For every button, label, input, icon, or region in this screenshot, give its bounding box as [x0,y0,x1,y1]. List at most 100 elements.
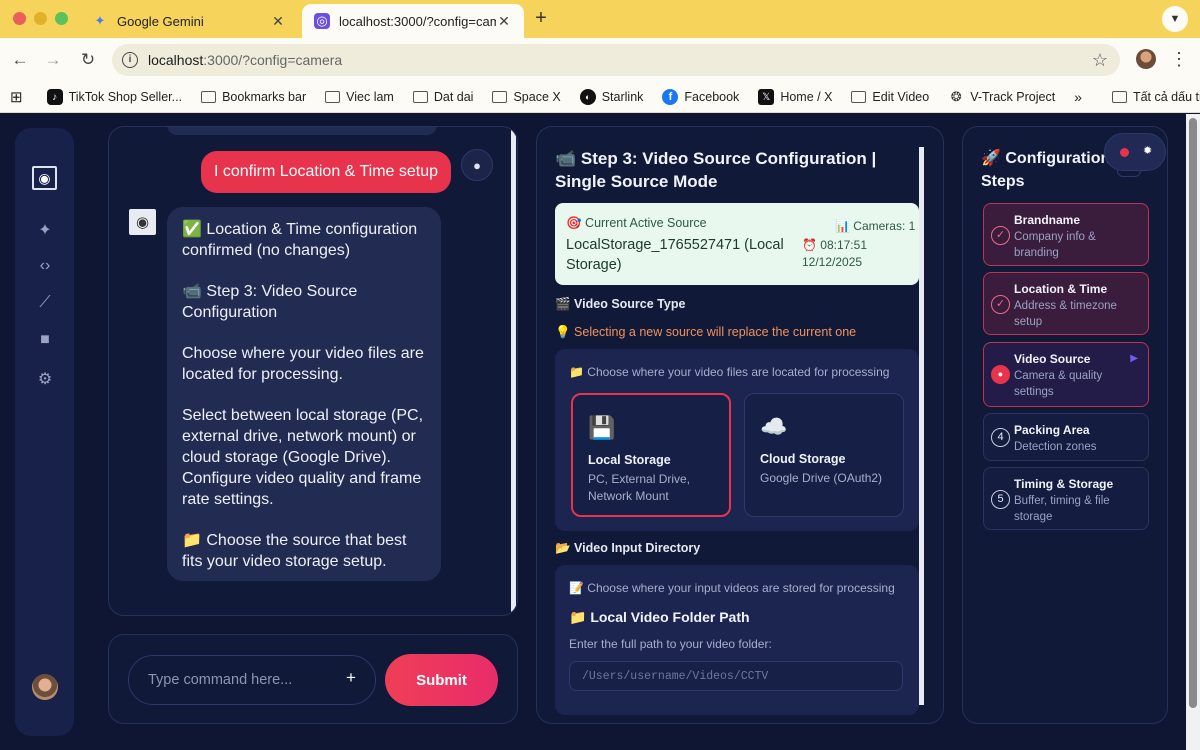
bookmark-label: Facebook [684,90,740,104]
vtrack-icon: ❂ [950,89,962,104]
bookmark-label: Tất cả dấu trang [1132,90,1200,104]
command-input[interactable] [128,655,376,705]
sun-icon[interactable]: ✹ [1143,144,1152,157]
video-source-type-label: 🎬 Video Source Type [555,297,686,311]
new-tab-button[interactable]: + [530,8,552,30]
submit-button[interactable]: Submit [385,654,498,706]
url-path: :3000/?config=camera [203,52,343,68]
step-name: Timing & Storage [1014,477,1114,491]
step-description: Address & timezone setup [1014,300,1117,328]
forward-arrow-icon[interactable]: → [42,49,64,71]
chat-scrollbar-thumb[interactable] [511,127,516,615]
bookmark-label: Bookmarks bar [222,90,307,104]
bookmark-facebook[interactable]: f Facebook [662,89,739,105]
browser-profile-avatar[interactable] [1136,49,1156,69]
cloud-icon: ☁️ [760,414,788,439]
active-source-date: 12/12/2025 [802,255,863,269]
tab-localhost[interactable]: ◎ localhost:3000/?config=camera ✕ [302,4,524,38]
chat-scrollbar[interactable] [511,127,517,615]
reload-icon[interactable]: ↻ [77,49,99,71]
step-name: Location & Time [1014,282,1108,296]
bookmark-tiktok[interactable]: ♪ TikTok Shop Seller... [46,89,183,105]
option-description: PC, External Drive, Network Mount [588,472,691,503]
replace-source-warning: 💡 Selecting a new source will replace th… [555,325,857,339]
bookmark-folder-dat-dai[interactable]: Dat dai [412,90,473,104]
bookmark-folder-edit-video[interactable]: Edit Video [851,90,929,104]
option-description: Google Drive (OAuth2) [760,471,883,485]
video-source-config-panel: 📹 Step 3: Video Source Configuration | S… [536,126,944,724]
apps-grid-icon[interactable]: ⊞ [10,88,23,106]
close-icon[interactable]: ✕ [496,13,512,30]
active-source-timestamp: ⏰ 08:17:51 12/12/2025 [802,237,867,271]
bot-message-line: Choose where your video files are locate… [182,345,424,383]
bookmark-vtrack[interactable]: ❂ V-Track Project [948,89,1055,105]
code-icon[interactable]: ‹› [33,257,57,277]
wrench-icon[interactable]: ⚙ [33,369,57,389]
active-source-time: ⏰ 08:17:51 [802,238,867,252]
chat-panel: I confirm Location & Time setup ● ◉ ✅ Lo… [108,126,518,616]
site-info-icon[interactable]: i [122,52,138,68]
record-dot-icon [1120,148,1129,157]
tab-search-button[interactable]: ▼ [1162,6,1188,32]
option-title: Cloud Storage [760,452,846,466]
cloud-storage-option[interactable]: ☁️ Cloud Storage Google Drive (OAuth2) [744,393,904,517]
app-logo-icon[interactable]: ◉ [32,166,57,190]
close-window-button[interactable] [13,12,26,25]
facebook-icon: f [662,89,679,105]
folder-icon [412,91,428,103]
configuration-steps-panel: 🚀 Configuration Steps 3/5 ✓ Brandname Co… [962,126,1168,724]
user-avatar[interactable] [32,674,58,700]
bookmark-x[interactable]: 𝕏 Home / X [758,89,832,105]
tab-google-gemini[interactable]: ✦ Google Gemini ✕ [80,4,298,38]
minimize-window-button[interactable] [34,12,47,25]
close-icon[interactable]: ✕ [270,13,286,30]
folder-icon [851,91,867,103]
step-name: Video Source [1014,352,1091,366]
bookmark-starlink[interactable]: ◐ Starlink [579,89,644,105]
source-choice-box: 📁 Choose where your video files are loca… [555,349,919,531]
more-bookmarks-chevron-icon[interactable]: » [1074,89,1082,105]
folder-icon [492,91,508,103]
x-icon: 𝕏 [758,89,775,105]
browser-menu-icon[interactable]: ⋮ [1170,49,1188,71]
bookmark-label: TikTok Shop Seller... [68,90,183,104]
gemini-icon: ✦ [94,13,106,28]
trend-chart-icon[interactable]: ⟋ [33,294,57,314]
folder-path-title: 📁 Local Video Folder Path [569,609,750,625]
maximize-window-button[interactable] [55,12,68,25]
address-bar[interactable]: i localhost:3000/?config=camera ☆ [112,44,1120,76]
camera-record-icon: ● [991,365,1010,384]
step-brandname[interactable]: ✓ Brandname Company info & branding [983,203,1149,266]
video-camera-icon[interactable]: ■ [33,331,57,351]
step-location-time[interactable]: ✓ Location & Time Address & timezone set… [983,272,1149,335]
page-scrollbar-thumb[interactable] [1189,118,1197,708]
step-video-source[interactable]: ● Video Source Camera & quality settings… [983,342,1149,407]
config-scrollbar[interactable] [919,147,924,705]
step-description: Detection zones [1014,441,1097,453]
checkmark-icon: ✓ [991,295,1010,314]
option-title: Local Storage [588,453,671,467]
bookmark-folder-viec-lam[interactable]: Viec lam [325,90,394,104]
config-title: 📹 Step 3: Video Source Configuration | S… [555,149,877,191]
folder-path-input[interactable] [569,661,903,691]
bookmark-label: Starlink [601,90,644,104]
video-input-directory-label: 📂 Video Input Directory [555,541,701,555]
local-storage-option[interactable]: 💾 Local Storage PC, External Drive, Netw… [571,393,731,517]
sparkles-icon[interactable]: ✦ [33,220,57,240]
step-timing-storage[interactable]: 5 Timing & Storage Buffer, timing & file… [983,467,1149,530]
page-scrollbar[interactable] [1186,114,1200,750]
plus-icon[interactable]: + [341,668,361,688]
bookmark-star-icon[interactable]: ☆ [1092,50,1108,71]
back-arrow-icon[interactable]: ← [9,49,31,71]
floating-toggle-pill[interactable]: ✹ [1104,133,1166,171]
step-description: Company info & branding [1014,231,1096,259]
tiktok-icon: ♪ [46,89,63,105]
active-source-value: LocalStorage_1765527471 (Local Storage) [566,237,784,273]
bot-message-line: 📁 Choose the source that best fits your … [182,532,407,570]
bookmark-folder-space-x[interactable]: Space X [492,90,561,104]
bookmark-all-bookmarks[interactable]: Tất cả dấu trang [1111,90,1200,104]
step-description: Camera & quality settings [1014,370,1103,398]
bookmark-folder-bookmarks-bar[interactable]: Bookmarks bar [201,90,306,104]
step-packing-area[interactable]: 4 Packing Area Detection zones [983,413,1149,461]
tab-label: Google Gemini [117,13,204,29]
